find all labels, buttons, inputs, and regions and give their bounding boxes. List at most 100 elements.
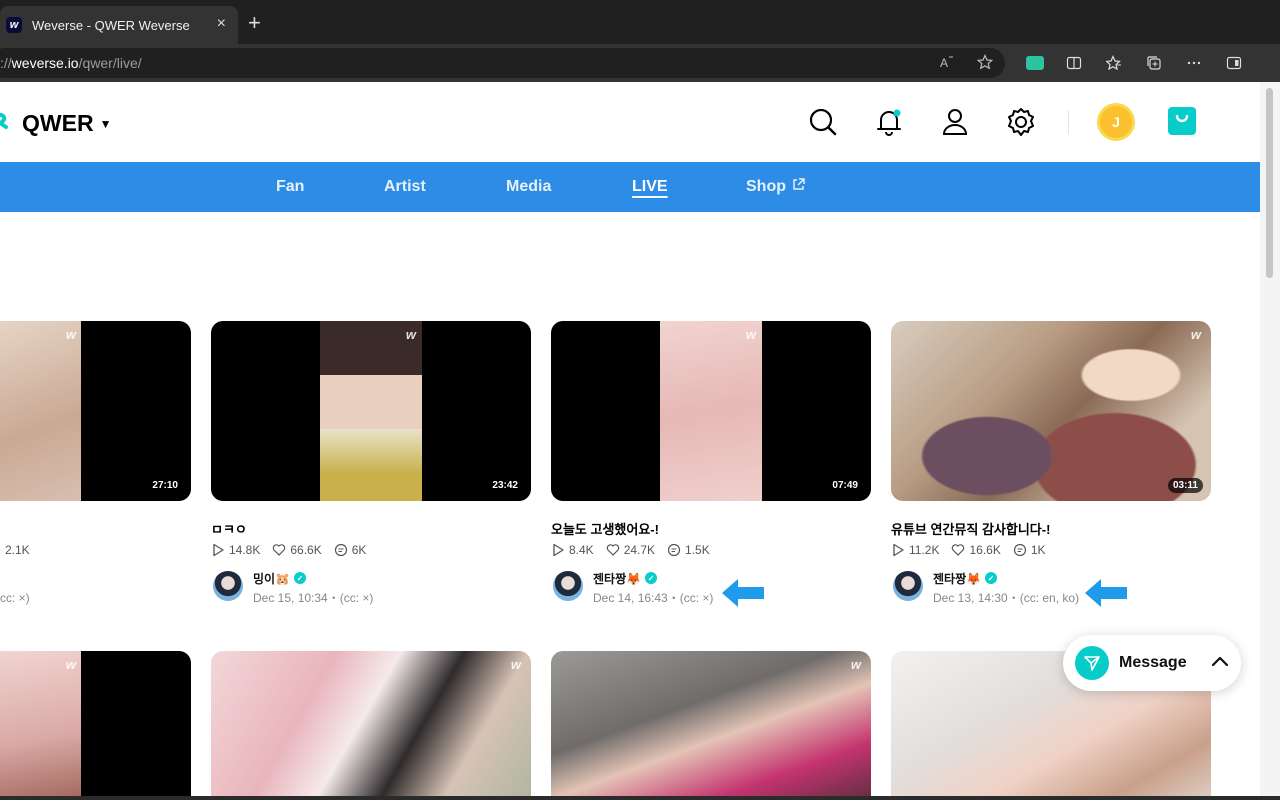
favorite-star-icon[interactable] bbox=[976, 54, 994, 73]
window-bottom-edge bbox=[0, 796, 1280, 800]
comment-icon bbox=[334, 543, 347, 557]
duration-badge: 03:11 bbox=[1167, 478, 1203, 493]
verified-badge-icon: ✓ bbox=[645, 572, 658, 584]
play-count: 8.4K bbox=[551, 543, 594, 557]
play-count: 11.2K bbox=[891, 543, 939, 557]
nav-tab-fan[interactable]: Fan bbox=[276, 178, 304, 196]
like-count: 16.6K bbox=[951, 543, 1001, 557]
scrollbar-thumb[interactable] bbox=[1266, 88, 1273, 278]
new-tab-icon[interactable]: + bbox=[248, 12, 261, 34]
sidebar-icon[interactable] bbox=[1224, 53, 1244, 73]
web-page: QWER ▼ J Fan Artist Media LIVE Shop w 27… bbox=[0, 82, 1260, 796]
arrow-annotation-icon bbox=[722, 579, 764, 607]
browser-tab[interactable]: w Weverse - QWER Weverse × bbox=[0, 6, 238, 44]
author-name: 밍이🐹 bbox=[253, 571, 291, 586]
page-scrollbar[interactable] bbox=[1260, 82, 1280, 796]
favorites-icon[interactable] bbox=[1104, 53, 1124, 73]
settings-gear-icon[interactable] bbox=[1004, 105, 1038, 139]
caret-down-icon: ▼ bbox=[99, 116, 112, 131]
author-row[interactable]: 젠타짱🦊 ✓ Dec 13, 14:30・(cc: en, ko) bbox=[893, 571, 1079, 606]
url-text: ://weverse.io/qwer/live/ bbox=[0, 55, 142, 71]
more-icon[interactable] bbox=[1184, 53, 1204, 73]
weverse-watermark-icon: w bbox=[65, 657, 76, 672]
collections-icon[interactable] bbox=[1144, 53, 1164, 73]
browser-tab-bar: w Weverse - QWER Weverse × + bbox=[0, 0, 1280, 44]
weverse-watermark-icon: w bbox=[1190, 327, 1201, 342]
duration-badge: 07:49 bbox=[827, 478, 863, 493]
live-thumbnail[interactable]: w bbox=[551, 651, 871, 796]
external-link-icon bbox=[792, 178, 805, 196]
author-row[interactable]: 밍이🐹 ✓ Dec 15, 10:34・(cc: ×) bbox=[213, 571, 373, 606]
notification-bell-icon[interactable] bbox=[872, 105, 906, 139]
comment-icon bbox=[667, 543, 681, 557]
message-button[interactable]: Message bbox=[1063, 635, 1241, 691]
split-screen-icon[interactable] bbox=[1064, 53, 1084, 73]
svg-text:A: A bbox=[940, 56, 948, 70]
avatar[interactable] bbox=[213, 571, 243, 601]
live-thumbnail[interactable]: w bbox=[0, 651, 191, 796]
duration-badge: 27:10 bbox=[147, 478, 183, 493]
nav-tab-shop[interactable]: Shop bbox=[746, 178, 805, 196]
search-icon[interactable] bbox=[806, 105, 840, 139]
weverse-watermark-icon: w bbox=[65, 327, 76, 342]
shop-bag-icon[interactable] bbox=[1168, 107, 1196, 135]
play-icon bbox=[213, 543, 224, 557]
author-name: 젠타짱🦊 bbox=[933, 571, 982, 586]
verified-badge-icon: ✓ bbox=[294, 572, 307, 584]
duration-badge: 23:42 bbox=[487, 478, 523, 493]
send-icon bbox=[1075, 646, 1109, 680]
comment-count: 2.1K bbox=[0, 543, 30, 557]
tab-close-icon[interactable]: × bbox=[217, 16, 226, 32]
avatar[interactable] bbox=[553, 571, 583, 601]
extension-icon[interactable] bbox=[1026, 56, 1044, 70]
author-name: 젠타짱🦊 bbox=[593, 571, 642, 586]
stats-row: 8.4K 24.7K 1.5K bbox=[551, 543, 722, 557]
weverse-logo-icon[interactable] bbox=[0, 109, 10, 140]
play-icon bbox=[553, 543, 564, 557]
header-divider bbox=[1068, 110, 1069, 134]
address-bar[interactable]: ://weverse.io/qwer/live/ A bbox=[0, 48, 1005, 78]
heart-icon bbox=[952, 544, 965, 556]
comment-icon bbox=[0, 548, 1, 552]
post-date: Dec 15, 10:34・(cc: ×) bbox=[253, 591, 374, 605]
live-thumbnail[interactable]: w 03:11 bbox=[891, 321, 1211, 501]
weverse-watermark-icon: w bbox=[405, 327, 416, 342]
live-thumbnail[interactable]: w 07:49 bbox=[551, 321, 871, 501]
like-count: 66.6K bbox=[272, 543, 322, 557]
community-selector[interactable]: QWER ▼ bbox=[22, 110, 111, 137]
profile-icon[interactable] bbox=[938, 105, 972, 139]
weverse-watermark-icon: w bbox=[850, 657, 861, 672]
live-thumbnail[interactable]: w bbox=[211, 651, 531, 796]
stats-row: 11.2K 16.6K 1K bbox=[891, 543, 1058, 557]
site-header: QWER ▼ J bbox=[0, 82, 1260, 162]
nav-tab-artist[interactable]: Artist bbox=[384, 178, 426, 196]
live-title[interactable]: ㅁㅋㅇ bbox=[211, 519, 247, 538]
nav-tab-media[interactable]: Media bbox=[506, 178, 551, 196]
play-icon bbox=[893, 543, 904, 557]
read-aloud-icon[interactable]: A bbox=[939, 54, 955, 73]
chevron-up-icon[interactable] bbox=[1211, 654, 1229, 672]
heart-icon bbox=[273, 544, 286, 556]
weverse-watermark-icon: w bbox=[745, 327, 756, 342]
author-row[interactable]: 젠타짱🦊 ✓ Dec 14, 16:43・(cc: ×) bbox=[553, 571, 713, 606]
jelly-coin-icon[interactable]: J bbox=[1100, 106, 1132, 138]
live-thumbnail[interactable]: w 23:42 bbox=[211, 321, 531, 501]
community-nav: Fan Artist Media LIVE Shop bbox=[0, 162, 1260, 212]
stats-row: 14.8K 66.6K 6K bbox=[211, 543, 378, 557]
live-thumbnail[interactable]: w 27:10 bbox=[0, 321, 191, 501]
post-date: Dec 13, 14:30・(cc: en, ko) bbox=[933, 591, 1080, 605]
nav-tab-live[interactable]: LIVE bbox=[632, 178, 668, 196]
avatar[interactable] bbox=[893, 571, 923, 601]
tab-title: Weverse - QWER Weverse bbox=[32, 17, 190, 33]
verified-badge-icon: ✓ bbox=[985, 572, 998, 584]
community-name: QWER bbox=[22, 110, 94, 136]
comment-count: 1K bbox=[1013, 543, 1046, 557]
arrow-annotation-icon bbox=[1085, 579, 1127, 607]
live-title[interactable]: 유튜브 연간뮤직 감사합니다-! bbox=[891, 519, 1050, 538]
heart-icon bbox=[606, 544, 619, 556]
stats-row: 2.1K bbox=[0, 543, 42, 557]
comment-count: 6K bbox=[334, 543, 366, 557]
weverse-favicon-icon: w bbox=[6, 17, 22, 33]
live-title[interactable]: 오늘도 고생했어요-! bbox=[551, 519, 659, 538]
comment-count: 1.5K bbox=[667, 543, 710, 557]
